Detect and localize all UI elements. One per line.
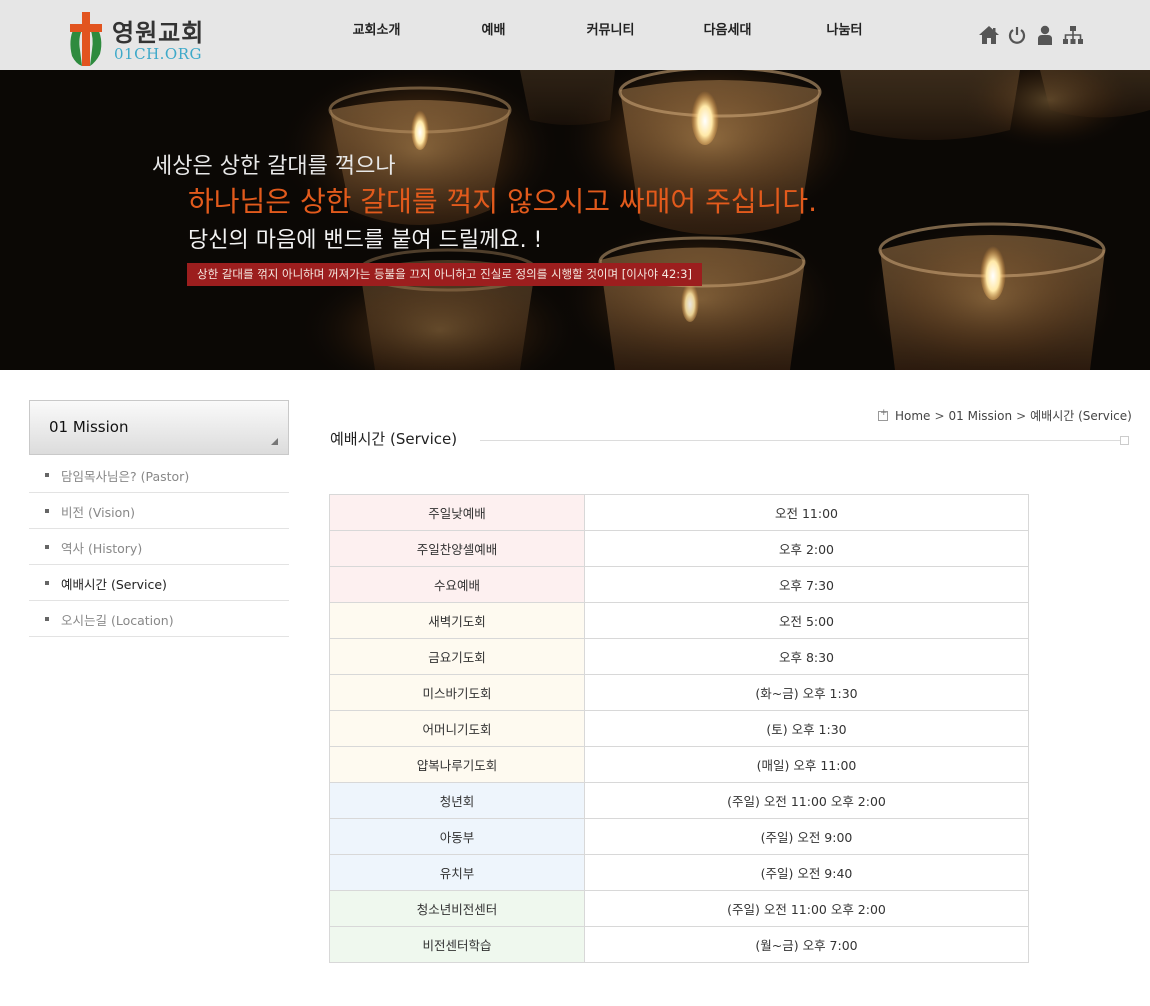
sitemap-icon[interactable] xyxy=(1062,24,1084,46)
service-time-cell: (주일) 오전 9:40 xyxy=(584,854,1029,891)
power-icon[interactable] xyxy=(1006,24,1028,46)
table-row: 미스바기도회 (화~금) 오후 1:30 xyxy=(329,674,1029,711)
bullet-icon xyxy=(45,617,49,621)
service-time-cell: 오전 5:00 xyxy=(584,602,1029,639)
site-logo[interactable]: 영원교회 01CH.ORG xyxy=(66,10,216,68)
site-header: 영원교회 01CH.ORG 교회소개 예배 커뮤니티 다음세대 나눔터 xyxy=(0,0,1150,70)
nav-item-about[interactable]: 교회소개 xyxy=(318,0,435,70)
breadcrumb-home[interactable]: Home xyxy=(895,409,930,423)
service-time-cell: (화~금) 오후 1:30 xyxy=(584,674,1029,711)
service-time-cell: (주일) 오전 11:00 오후 2:00 xyxy=(584,782,1029,819)
service-name-cell: 얍복나루기도회 xyxy=(329,746,585,783)
service-name-cell: 유치부 xyxy=(329,854,585,891)
service-time-cell: (토) 오후 1:30 xyxy=(584,710,1029,747)
sidebar-item-label: 오시는길 (Location) xyxy=(61,613,174,628)
user-icon[interactable] xyxy=(1034,24,1056,46)
service-time-cell: 오전 11:00 xyxy=(584,494,1029,531)
logo-name: 영원교회 xyxy=(112,19,205,47)
table-row: 청년회 (주일) 오전 11:00 오후 2:00 xyxy=(329,782,1029,819)
bullet-icon xyxy=(45,509,49,513)
breadcrumb-section[interactable]: 01 Mission xyxy=(949,409,1013,423)
nav-item-next-generation[interactable]: 다음세대 xyxy=(669,0,786,70)
table-row: 얍복나루기도회 (매일) 오후 11:00 xyxy=(329,746,1029,783)
page-title: 예배시간 (Service) xyxy=(330,430,458,448)
service-time-cell: (매일) 오후 11:00 xyxy=(584,746,1029,783)
table-row: 수요예배 오후 7:30 xyxy=(329,566,1029,603)
service-name-cell: 청년회 xyxy=(329,782,585,819)
sidebar-title-box[interactable]: 01 Mission xyxy=(29,400,289,455)
breadcrumb-home-icon xyxy=(878,408,888,421)
utility-links xyxy=(978,24,1090,46)
table-row: 비전센터학습 (월~금) 오후 7:00 xyxy=(329,926,1029,963)
service-time-cell: (주일) 오전 9:00 xyxy=(584,818,1029,855)
sidebar-item-label: 예배시간 (Service) xyxy=(61,577,167,592)
breadcrumb: Home > 01 Mission > 예배시간 (Service) xyxy=(878,407,1132,424)
table-row: 아동부 (주일) 오전 9:00 xyxy=(329,818,1029,855)
banner-headline-2: 하나님은 상한 갈대를 꺽지 않으시고 싸매어 주십니다. xyxy=(188,185,818,218)
service-name-cell: 청소년비전센터 xyxy=(329,890,585,927)
service-time-cell: 오후 2:00 xyxy=(584,530,1029,567)
banner-verse: 상한 갈대를 꺾지 아니하며 꺼져가는 등불을 끄지 아니하고 진실로 정의를 … xyxy=(187,263,702,286)
sidebar-item-service[interactable]: 예배시간 (Service) xyxy=(29,565,289,601)
banner-headline-1: 세상은 상한 갈대를 꺽으나 xyxy=(152,154,396,179)
service-name-cell: 주일낮예배 xyxy=(329,494,585,531)
service-times-table: 주일낮예배 오전 11:00 주일찬양셀예배 오후 2:00 수요예배 오후 7:30 새벽… xyxy=(329,494,1029,963)
bullet-icon xyxy=(45,473,49,477)
bullet-icon xyxy=(45,581,49,585)
service-name-cell: 어머니기도회 xyxy=(329,710,585,747)
candles-background-image xyxy=(0,70,1150,370)
sidebar-item-label: 비전 (Vision) xyxy=(61,505,136,520)
hero-banner: 세상은 상한 갈대를 꺽으나 하나님은 상한 갈대를 꺽지 않으시고 싸매어 주… xyxy=(0,70,1150,370)
sidebar-menu: 담임목사님은? (Pastor) 비전 (Vision) 역사 (History… xyxy=(29,457,289,637)
corner-arrow-icon xyxy=(271,438,278,445)
sidebar-item-vision[interactable]: 비전 (Vision) xyxy=(29,493,289,529)
breadcrumb-separator: > xyxy=(934,408,945,423)
service-name-cell: 미스바기도회 xyxy=(329,674,585,711)
table-row: 새벽기도회 오전 5:00 xyxy=(329,602,1029,639)
nav-item-worship[interactable]: 예배 xyxy=(435,0,552,70)
breadcrumb-separator: > xyxy=(1016,408,1027,423)
service-time-cell: (월~금) 오후 7:00 xyxy=(584,926,1029,963)
service-time-cell: (주일) 오전 11:00 오후 2:00 xyxy=(584,890,1029,927)
table-row: 어머니기도회 (토) 오후 1:30 xyxy=(329,710,1029,747)
service-name-cell: 아동부 xyxy=(329,818,585,855)
service-table-body: 주일낮예배 오전 11:00 주일찬양셀예배 오후 2:00 수요예배 오후 7:30 새벽… xyxy=(329,494,1029,963)
main-nav: 교회소개 예배 커뮤니티 다음세대 나눔터 xyxy=(318,0,903,70)
bullet-icon xyxy=(45,545,49,549)
table-row: 금요기도회 오후 8:30 xyxy=(329,638,1029,675)
service-time-cell: 오후 8:30 xyxy=(584,638,1029,675)
table-row: 주일찬양셀예배 오후 2:00 xyxy=(329,530,1029,567)
sidebar-item-label: 담임목사님은? (Pastor) xyxy=(61,469,190,484)
logo-domain: 01CH.ORG xyxy=(114,45,202,63)
nav-item-sharing[interactable]: 나눔터 xyxy=(786,0,903,70)
service-name-cell: 비전센터학습 xyxy=(329,926,585,963)
sidebar-item-history[interactable]: 역사 (History) xyxy=(29,529,289,565)
title-divider xyxy=(480,440,1120,441)
sidebar-item-pastor[interactable]: 담임목사님은? (Pastor) xyxy=(29,457,289,493)
table-row: 청소년비전센터 (주일) 오전 11:00 오후 2:00 xyxy=(329,890,1029,927)
home-icon[interactable] xyxy=(978,24,1000,46)
service-name-cell: 새벽기도회 xyxy=(329,602,585,639)
table-row: 유치부 (주일) 오전 9:40 xyxy=(329,854,1029,891)
breadcrumb-current: 예배시간 (Service) xyxy=(1030,409,1132,423)
nav-item-community[interactable]: 커뮤니티 xyxy=(552,0,669,70)
service-name-cell: 수요예배 xyxy=(329,566,585,603)
banner-headline-3: 당신의 마음에 밴드를 붙여 드릴께요. ! xyxy=(188,228,543,253)
church-cross-logo-icon xyxy=(70,12,102,66)
service-name-cell: 금요기도회 xyxy=(329,638,585,675)
service-time-cell: 오후 7:30 xyxy=(584,566,1029,603)
service-name-cell: 주일찬양셀예배 xyxy=(329,530,585,567)
sidebar-title: 01 Mission xyxy=(49,418,129,436)
sidebar-item-location[interactable]: 오시는길 (Location) xyxy=(29,601,289,637)
sidebar-item-label: 역사 (History) xyxy=(61,541,143,556)
title-divider-end xyxy=(1120,436,1129,445)
table-row: 주일낮예배 오전 11:00 xyxy=(329,494,1029,531)
